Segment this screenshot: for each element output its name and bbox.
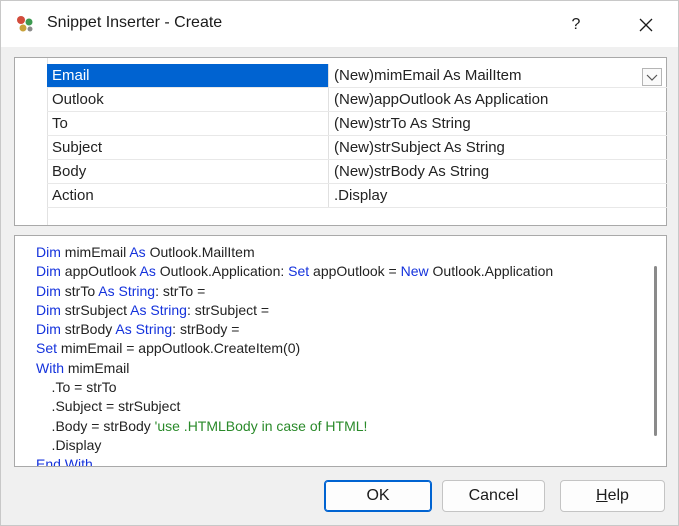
code-text: : strTo = bbox=[155, 282, 206, 299]
code-line: End With bbox=[36, 455, 646, 467]
code-text: mimEmail bbox=[64, 359, 130, 376]
grid-row-name[interactable]: Subject bbox=[47, 136, 329, 159]
grid-row-value[interactable]: (New)strSubject As String bbox=[330, 136, 666, 159]
grid-row-value[interactable]: (New)mimEmail As MailItem bbox=[330, 64, 666, 87]
cancel-button[interactable]: Cancel bbox=[442, 480, 545, 512]
code-keyword: As bbox=[130, 301, 147, 318]
window-title: Snippet Inserter - Create bbox=[47, 14, 223, 31]
grid-row[interactable]: Email (New)mimEmail As MailItem bbox=[47, 64, 667, 88]
code-line: With mimEmail bbox=[36, 359, 646, 378]
grid-row[interactable]: Body (New)strBody As String bbox=[47, 160, 667, 184]
grid-row-name[interactable]: Action bbox=[47, 184, 329, 207]
property-grid: Email (New)mimEmail As MailItem Outlook (Ne… bbox=[14, 57, 667, 226]
code-text: Outlook.MailItem bbox=[145, 244, 255, 260]
code-keyword: End With bbox=[36, 456, 93, 467]
code-text: appOutlook = bbox=[309, 263, 401, 280]
code-text: Outlook.Application: bbox=[155, 263, 289, 280]
code-line: Dim appOutlook As Outlook.Application: S… bbox=[36, 262, 646, 281]
code-keyword: String bbox=[135, 321, 173, 338]
code-text: Outlook.Application bbox=[428, 263, 554, 280]
code-keyword: String bbox=[118, 282, 156, 299]
code-text: mimEmail = appOutlook.CreateItem(0) bbox=[57, 340, 301, 357]
code-text: : strSubject = bbox=[186, 301, 270, 318]
code-line: Dim mimEmail As Outlook.MailItem bbox=[36, 243, 646, 262]
help-button-accelerator: H bbox=[596, 487, 608, 504]
code-text: .Body = strBody bbox=[36, 417, 155, 434]
help-button-label-rest: elp bbox=[607, 487, 629, 504]
code-line: .Body = strBody 'use .HTMLBody in case o… bbox=[36, 417, 646, 436]
value-dropdown-button[interactable] bbox=[642, 68, 662, 86]
code-text: .Subject = strSubject bbox=[36, 398, 181, 415]
code-line: .Subject = strSubject bbox=[36, 397, 646, 416]
chevron-down-icon bbox=[646, 74, 658, 81]
code-line: Dim strSubject As String: strSubject = bbox=[36, 301, 646, 320]
grid-row-value[interactable]: (New)appOutlook As Application bbox=[330, 88, 666, 111]
grid-row-value[interactable]: (New)strTo As String bbox=[330, 112, 666, 135]
grid-row-name[interactable]: Email bbox=[47, 64, 329, 87]
code-lines: Dim mimEmail As Outlook.MailItem Dim appO… bbox=[36, 243, 646, 467]
snippet-app-icon bbox=[15, 14, 35, 34]
code-comment: 'use .HTMLBody in case of HTML! bbox=[154, 417, 368, 434]
ok-button[interactable]: OK bbox=[324, 480, 432, 512]
help-button[interactable]: Help bbox=[560, 480, 665, 512]
code-text: .To = strTo bbox=[36, 379, 117, 396]
grid-row-name[interactable]: Body bbox=[47, 160, 329, 183]
grid-row-name[interactable]: To bbox=[47, 112, 329, 135]
code-text: strSubject bbox=[60, 301, 131, 318]
help-question-button[interactable]: ? bbox=[559, 9, 593, 41]
code-preview[interactable]: Dim mimEmail As Outlook.MailItem Dim appO… bbox=[14, 235, 667, 467]
code-text: : strBody = bbox=[172, 321, 240, 338]
code-keyword: With bbox=[36, 359, 64, 376]
code-keyword: Dim bbox=[36, 263, 61, 280]
grid-gutter bbox=[15, 58, 48, 225]
code-keyword: As bbox=[115, 321, 132, 338]
code-keyword: Dim bbox=[36, 301, 61, 318]
code-keyword: Set bbox=[288, 263, 310, 280]
code-text: strTo bbox=[60, 282, 99, 299]
code-keyword: As bbox=[129, 244, 146, 260]
code-keyword: String bbox=[150, 301, 187, 318]
close-button[interactable] bbox=[628, 9, 664, 41]
code-text: appOutlook bbox=[60, 263, 140, 280]
code-line: Set mimEmail = appOutlook.CreateItem(0) bbox=[36, 339, 646, 358]
grid-row[interactable]: Outlook (New)appOutlook As Application bbox=[47, 88, 667, 112]
grid-row[interactable]: Subject (New)strSubject As String bbox=[47, 136, 667, 160]
snippet-inserter-dialog: Snippet Inserter - Create ? Email (New)mi… bbox=[0, 0, 679, 526]
code-line: Dim strTo As String: strTo = bbox=[36, 282, 646, 301]
grid-row[interactable]: Action .Display bbox=[47, 184, 667, 208]
grid-row-name[interactable]: Outlook bbox=[47, 88, 329, 111]
code-line: .Display bbox=[36, 436, 646, 455]
code-text: .Display bbox=[36, 436, 102, 453]
grid-row[interactable]: To (New)strTo As String bbox=[47, 112, 667, 136]
code-line: Dim strBody As String: strBody = bbox=[36, 320, 646, 339]
code-text: mimEmail bbox=[60, 244, 130, 260]
code-keyword: As bbox=[139, 263, 156, 280]
code-line: .To = strTo bbox=[36, 378, 646, 397]
code-text: strBody bbox=[60, 321, 116, 338]
title-bar: Snippet Inserter - Create ? bbox=[1, 1, 678, 47]
code-keyword: Dim bbox=[36, 282, 61, 299]
code-keyword: Dim bbox=[36, 321, 61, 338]
grid-row-value[interactable]: (New)strBody As String bbox=[330, 160, 666, 183]
code-keyword: Set bbox=[36, 340, 58, 357]
vertical-scrollbar[interactable] bbox=[654, 266, 657, 436]
code-keyword: As bbox=[98, 282, 115, 299]
close-icon bbox=[639, 18, 653, 32]
code-keyword: New bbox=[400, 263, 429, 280]
grid-row-value[interactable]: .Display bbox=[330, 184, 666, 207]
code-keyword: Dim bbox=[36, 244, 61, 260]
